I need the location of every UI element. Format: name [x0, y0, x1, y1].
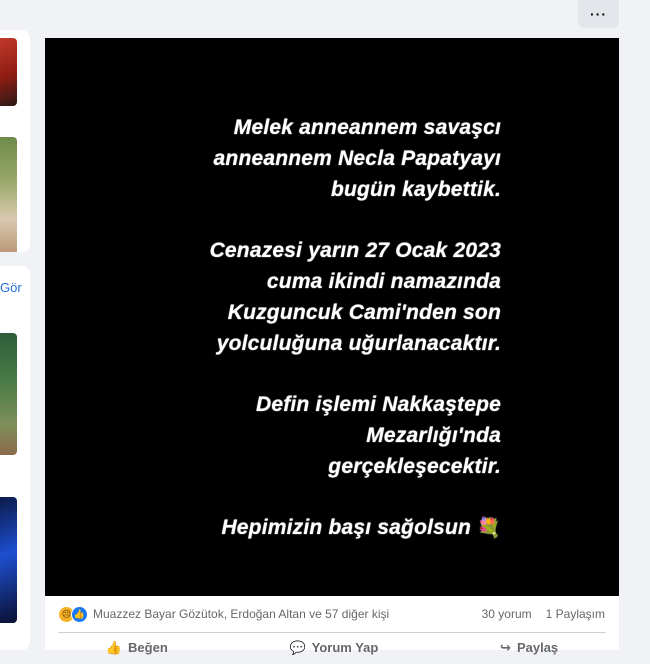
- sidebar-thumbnail[interactable]: [0, 38, 17, 106]
- share-icon: ↪: [500, 640, 511, 655]
- story-paragraph: Cenazesi yarın 27 Ocak 2023 cuma ikindi …: [61, 235, 501, 359]
- story-paragraph: Hepimizin başı sağolsun 💐: [61, 512, 501, 544]
- story-paragraph: Defin işlemi Nakkaştepe Mezarlığı'nda ge…: [61, 389, 501, 482]
- sidebar-thumbnail[interactable]: [0, 137, 17, 252]
- share-label: Paylaş: [516, 640, 559, 655]
- story-text: Melek anneannem savaşcı anneannem Necla …: [61, 112, 501, 574]
- post-story-image[interactable]: Melek anneannem savaşcı anneannem Necla …: [45, 38, 619, 596]
- story-line: Defin işlemi Nakkaştepe: [255, 393, 501, 416]
- story-line: Mezarlığı'nda: [366, 424, 501, 447]
- story-line: bugün kaybettik.: [330, 178, 501, 201]
- top-bar: ···: [0, 0, 650, 38]
- story-line: Kuzguncuk Cami'nden son: [227, 301, 501, 324]
- post-stats: ☹ 👍 Muazzez Bayar Gözütok, Erdoğan Altan…: [45, 596, 619, 632]
- like-label: Beğen: [128, 640, 168, 655]
- post-actions: 👍 Beğen 💬 Yorum Yap ↪ Paylaş: [45, 634, 619, 664]
- post-card: Melek anneannem savaşcı anneannem Necla …: [45, 38, 619, 655]
- comment-label: Yorum Yap: [311, 640, 379, 655]
- story-line: Hepimizin başı sağolsun 💐: [61, 512, 501, 544]
- more-options-button[interactable]: ···: [578, 0, 619, 28]
- story-line: Cenazesi yarın 27 Ocak 2023: [209, 239, 501, 262]
- closing-line: Hepimizin başı sağolsun: [221, 516, 472, 539]
- story-line: Melek anneannem savaşcı: [233, 116, 501, 139]
- sidebar-see-link[interactable]: Gör: [0, 280, 22, 295]
- divider: [58, 632, 606, 633]
- like-reaction-icon: 👍: [71, 605, 88, 623]
- sidebar-thumbnail[interactable]: [0, 333, 17, 455]
- share-button[interactable]: ↪ Paylaş: [500, 634, 558, 664]
- engagement-counts: 30 yorum 1 Paylaşım: [482, 607, 605, 621]
- comment-count[interactable]: 30 yorum: [482, 607, 532, 621]
- share-count[interactable]: 1 Paylaşım: [546, 607, 605, 621]
- story-line: anneannem Necla Papatyayı: [213, 147, 501, 170]
- comment-icon: 💬: [289, 640, 306, 655]
- story-line: yolculuğuna uğurlanacaktır.: [216, 332, 501, 355]
- story-line: cuma ikindi namazında: [266, 270, 501, 293]
- bouquet-icon: 💐: [477, 518, 501, 539]
- comment-button[interactable]: 💬 Yorum Yap: [289, 634, 378, 664]
- thumbs-up-icon: 👍: [105, 640, 123, 655]
- sidebar-thumbnail[interactable]: [0, 497, 17, 623]
- reactions-summary[interactable]: Muazzez Bayar Gözütok, Erdoğan Altan ve …: [93, 607, 389, 621]
- reaction-icons[interactable]: ☹ 👍: [58, 605, 88, 623]
- story-line: gerçekleşecektir.: [328, 455, 501, 478]
- like-button[interactable]: 👍 Beğen: [106, 634, 168, 664]
- sidebar-card-top: [0, 30, 30, 252]
- story-paragraph: Melek anneannem savaşcı anneannem Necla …: [61, 112, 501, 205]
